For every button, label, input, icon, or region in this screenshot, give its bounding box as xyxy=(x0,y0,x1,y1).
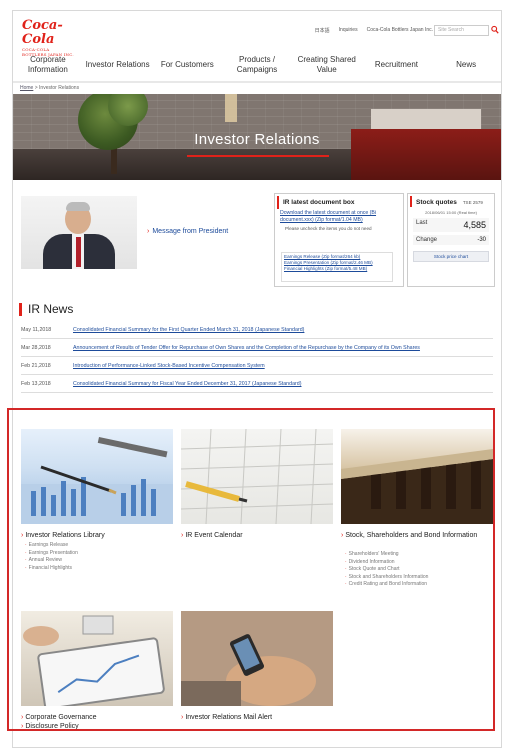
stock-title: Stock quotes xyxy=(416,199,457,206)
doc-box-note: Please uncheck the items you do not need xyxy=(285,226,372,231)
document-item-financial-highlights[interactable]: Financial Highlights (Zip format/5.48 MB… xyxy=(284,266,390,272)
ir-news-list: May 11,2018 Consolidated Financial Summa… xyxy=(21,321,493,393)
nav-investor-relations[interactable]: Investor Relations xyxy=(83,49,153,81)
stock-box-title: Stock quotes TSE 2579 xyxy=(410,196,494,207)
stock-last-row: Last 4,585 xyxy=(413,218,489,232)
ir-document-box: IR latest document box Download the late… xyxy=(274,193,404,287)
breadcrumb-separator: > xyxy=(34,85,38,91)
coca-cola-logo[interactable]: Coca-Cola COCA-COLA BOTTLERS JAPAN INC. xyxy=(22,19,74,58)
hero-title-underline xyxy=(187,155,329,157)
president-tie xyxy=(76,237,81,267)
nav-for-customers[interactable]: For Customers xyxy=(152,49,222,81)
news-link[interactable]: Announcement of Results of Tender Offer … xyxy=(73,344,493,352)
stock-datetime: 2018/06/01 15:00 (Real time) xyxy=(425,210,477,215)
breadcrumb-home[interactable]: Home xyxy=(20,85,33,91)
president-hair xyxy=(66,202,90,211)
news-date: May 11,2018 xyxy=(21,327,52,333)
news-link[interactable]: Consolidated Financial Summary for the F… xyxy=(73,326,493,334)
top-link-company[interactable]: Coca-Cola Bottlers Japan Inc. xyxy=(367,27,433,34)
search-input[interactable]: Site Search xyxy=(434,25,489,36)
stock-last-value: 4,585 xyxy=(463,220,486,230)
search-icon[interactable] xyxy=(491,25,499,35)
news-item: Feb 21,2018 Introduction of Performance-… xyxy=(21,357,493,375)
stock-change-value: -30 xyxy=(477,237,486,243)
stock-change-label: Change xyxy=(416,237,438,243)
stock-last-label: Last xyxy=(416,220,428,226)
hero-banner: Investor Relations xyxy=(13,94,501,180)
news-date: Feb 21,2018 xyxy=(21,363,51,369)
news-link[interactable]: Consolidated Financial Summary for Fisca… xyxy=(73,380,493,388)
breadcrumb-current: Investor Relations xyxy=(39,85,80,91)
top-bar: Coca-Cola COCA-COLA BOTTLERS JAPAN INC. … xyxy=(13,11,501,58)
news-item: Mar 28,2018 Announcement of Results of T… xyxy=(21,339,493,357)
nav-news[interactable]: News xyxy=(431,49,501,81)
nav-recruitment[interactable]: Recruitment xyxy=(362,49,432,81)
news-date: Mar 28,2018 xyxy=(21,345,51,351)
top-links: 日本語 Inquiries Coca-Cola Bottlers Japan I… xyxy=(315,27,433,34)
hero-title: Investor Relations xyxy=(194,131,320,148)
message-from-president-link[interactable]: › Message from President xyxy=(147,228,228,235)
president-photo[interactable] xyxy=(21,196,137,269)
stock-change-row: Change -30 xyxy=(413,235,489,245)
breadcrumb: Home > Investor Relations xyxy=(20,85,79,91)
message-from-president-label: Message from President xyxy=(152,228,229,235)
nav-products-campaigns[interactable]: Products / Campaigns xyxy=(222,49,292,81)
stock-code: TSE 2579 xyxy=(462,200,483,205)
ir-news-heading: IR News xyxy=(19,303,73,316)
news-item: Feb 13,2018 Consolidated Financial Summa… xyxy=(21,375,493,393)
hero-lamp xyxy=(225,94,237,122)
news-item: May 11,2018 Consolidated Financial Summa… xyxy=(21,321,493,339)
stock-quotes-box: Stock quotes TSE 2579 2018/06/01 15:00 (R… xyxy=(407,193,495,287)
highlight-frame xyxy=(7,408,495,731)
chevron-right-icon: › xyxy=(147,228,150,235)
main-nav: Corporate Information Investor Relations… xyxy=(13,49,501,83)
top-link-inquiries[interactable]: Inquiries xyxy=(339,27,358,34)
doc-box-title: IR latest document box xyxy=(277,196,403,209)
logo-text: Coca-Cola xyxy=(22,18,63,47)
nav-corporate-information[interactable]: Corporate Information xyxy=(13,49,83,81)
stock-price-chart-button[interactable]: Stock price chart xyxy=(413,251,489,262)
document-checkbox-list[interactable]: Earnings Release (Zip format/264 kb) Ear… xyxy=(281,252,393,282)
nav-creating-shared-value[interactable]: Creating Shared Value xyxy=(292,49,362,81)
top-link-japanese[interactable]: 日本語 xyxy=(315,27,330,34)
news-date: Feb 13,2018 xyxy=(21,381,51,387)
download-all-link[interactable]: Download the latest document at once (Bi… xyxy=(275,209,403,225)
news-link[interactable]: Introduction of Performance-Linked Stock… xyxy=(73,362,493,370)
